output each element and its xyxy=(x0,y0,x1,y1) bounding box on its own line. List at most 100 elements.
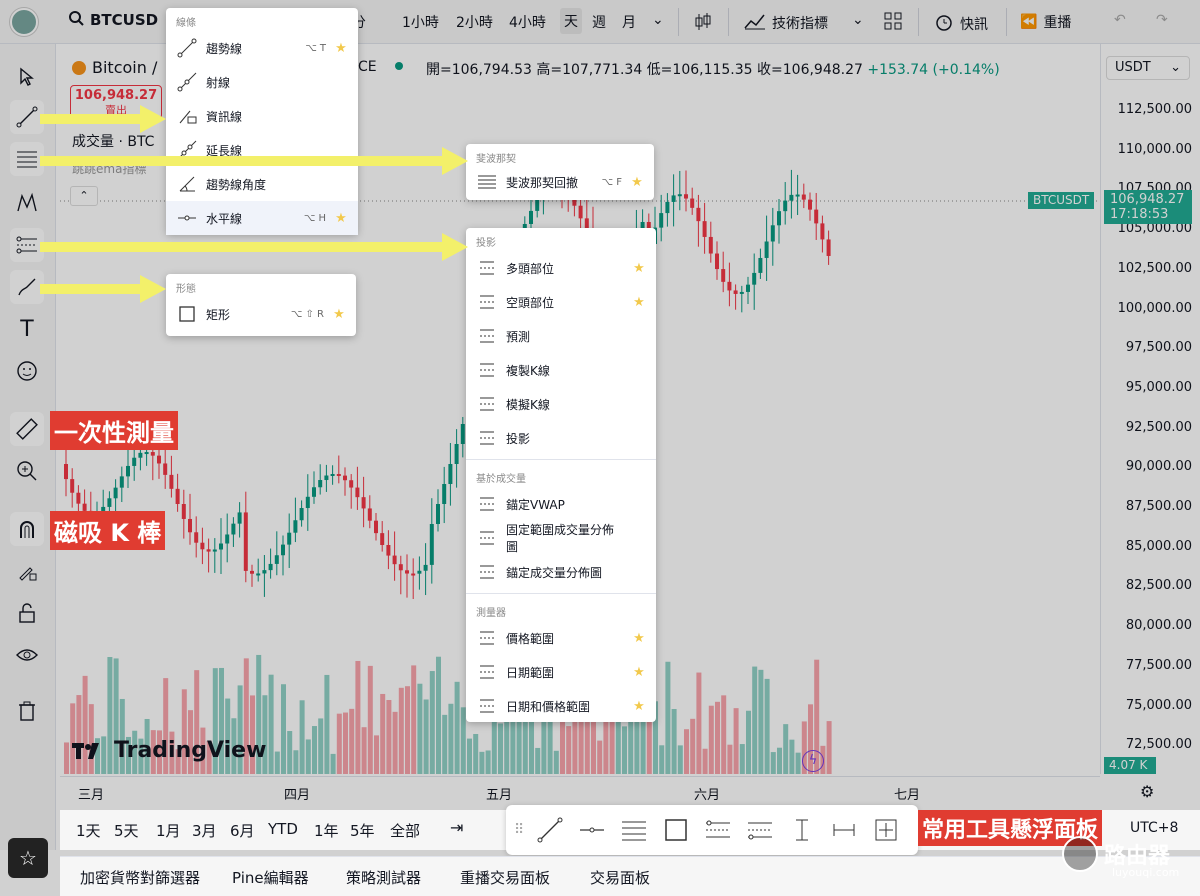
tf-week[interactable]: 週 xyxy=(592,12,606,32)
indicators-button[interactable]: 技術指標 xyxy=(744,12,828,34)
star-icon: ★ xyxy=(633,260,645,276)
alert-button[interactable]: 快訊 xyxy=(934,12,988,36)
eye-icon[interactable] xyxy=(10,638,44,672)
menu-item-short-position[interactable]: 空頭部位 ★ xyxy=(466,285,656,319)
timezone-button[interactable]: UTC+8 xyxy=(1130,820,1178,836)
price-scale[interactable]: 112,500.00 110,000.00 107,500.00 105,000.00… xyxy=(1100,44,1200,774)
tab-strategy-tester[interactable]: 策略測試器 xyxy=(346,867,421,888)
collapse-legend-button[interactable]: ⌃ xyxy=(70,186,98,206)
menu-item-bars-pattern[interactable]: 複製K線 xyxy=(466,353,656,387)
chevron-down-icon[interactable]: ⌄ xyxy=(652,12,664,28)
range-4[interactable]: 6月 xyxy=(230,820,255,841)
candle-body xyxy=(70,479,75,493)
magnet-icon[interactable] xyxy=(10,512,44,546)
range-2[interactable]: 1月 xyxy=(156,820,181,841)
bitcoin-icon xyxy=(72,60,86,75)
tab-crypto-screener[interactable]: 加密貨幣對篩選器 xyxy=(80,867,200,888)
date-range-icon[interactable] xyxy=(824,810,864,850)
anchored-volume-icon xyxy=(476,561,498,583)
menu-item-price-range[interactable]: 價格範圍 ★ xyxy=(466,621,656,655)
menu-item-ray[interactable]: 射線 xyxy=(166,65,358,99)
ruler-icon[interactable] xyxy=(10,412,44,446)
range-0[interactable]: 1天 xyxy=(76,820,101,841)
fib-tool-icon[interactable] xyxy=(10,142,44,176)
arrow xyxy=(40,156,444,166)
cursor-icon[interactable] xyxy=(10,60,44,94)
range-5[interactable]: YTD xyxy=(268,820,298,838)
menu-item-horizontal-line[interactable]: 水平線 ⌥ H ★ xyxy=(166,201,358,235)
tf-4h[interactable]: 4小時 xyxy=(509,12,546,32)
search-icon xyxy=(68,10,84,30)
tf-day[interactable]: 天 xyxy=(560,8,582,34)
menu-item-trendline[interactable]: 趨勢線 ⌥ T ★ xyxy=(166,31,358,65)
goto-date-icon[interactable]: ⇥ xyxy=(450,818,463,837)
tf-2h[interactable]: 2小時 xyxy=(456,12,493,32)
text-tool-icon[interactable]: T xyxy=(10,312,44,346)
menu-item-anchored-volume[interactable]: 錨定成交量分佈圖 xyxy=(466,555,656,589)
favorites-star-icon[interactable]: ☆ xyxy=(8,838,48,878)
menu-item-fixed-range-volume[interactable]: 固定範圍成交量分佈圖 xyxy=(466,521,656,555)
trendline-icon[interactable] xyxy=(530,810,570,850)
rectangle-icon[interactable] xyxy=(656,810,696,850)
tf-1h[interactable]: 1小時 xyxy=(402,12,439,32)
candle-body xyxy=(367,508,372,521)
trendline-tool-icon[interactable] xyxy=(10,100,44,134)
time-scale[interactable]: 三月 四月 五月 六月 七月 xyxy=(60,776,1100,806)
menu-item-long-position[interactable]: 多頭部位 ★ xyxy=(466,251,656,285)
volume-bar xyxy=(758,669,764,774)
tf-month[interactable]: 月 xyxy=(622,12,636,32)
range-1[interactable]: 5天 xyxy=(114,820,139,841)
volume-bar xyxy=(609,721,615,774)
long-position-icon[interactable] xyxy=(698,810,738,850)
volume-bar xyxy=(777,747,782,774)
emoji-tool-icon[interactable] xyxy=(10,354,44,388)
replay-button[interactable]: ⏪ 重播 xyxy=(1020,12,1071,32)
currency-select[interactable]: USDT ⌄ xyxy=(1106,56,1190,80)
range-7[interactable]: 5年 xyxy=(350,820,375,841)
fib-retracement-icon[interactable] xyxy=(614,810,654,850)
menu-item-info-line[interactable]: 資訊線 xyxy=(166,99,358,133)
candle-body xyxy=(225,534,230,544)
layout-grid-icon[interactable] xyxy=(884,12,902,30)
candle-type-icon[interactable] xyxy=(694,12,712,32)
menu-item-date-range[interactable]: 日期範圍 ★ xyxy=(466,655,656,689)
menu-item-anchored-vwap[interactable]: 錨定VWAP xyxy=(466,487,656,521)
chevron-down-icon[interactable]: ⌄ xyxy=(852,12,864,28)
range-8[interactable]: 全部 xyxy=(390,820,420,841)
undo-icon[interactable]: ↶ xyxy=(1114,12,1126,28)
menu-item-projection[interactable]: 投影 xyxy=(466,421,656,455)
range-6[interactable]: 1年 xyxy=(314,820,339,841)
menu-item-date-price-range[interactable]: 日期和價格範圍 ★ xyxy=(466,689,656,723)
date-price-range-icon[interactable] xyxy=(866,810,906,850)
menu-item-trend-angle[interactable]: 趨勢線角度 xyxy=(166,167,358,201)
zoom-in-icon[interactable] xyxy=(10,454,44,488)
candle-body xyxy=(250,570,254,574)
menu-item-rectangle[interactable]: 矩形 ⌥ ⇧ R ★ xyxy=(166,297,356,331)
anchored-vwap-icon xyxy=(476,493,498,515)
candle-body xyxy=(684,194,688,199)
price-range-icon[interactable] xyxy=(782,810,822,850)
short-position-icon[interactable] xyxy=(740,810,780,850)
lock-drawing-icon[interactable] xyxy=(10,554,44,588)
trash-icon[interactable] xyxy=(10,694,44,728)
brush-tool-icon[interactable] xyxy=(10,270,44,304)
redo-icon[interactable]: ↷ xyxy=(1156,12,1168,28)
range-3[interactable]: 3月 xyxy=(192,820,217,841)
lightning-icon[interactable]: ϟ xyxy=(802,750,824,772)
symbol-search[interactable]: BTCUSD xyxy=(68,10,158,30)
horizontal-line-icon[interactable] xyxy=(572,810,612,850)
pattern-tool-icon[interactable] xyxy=(10,186,44,220)
menu-item-forecast[interactable]: 預測 xyxy=(466,319,656,353)
tab-pine-editor[interactable]: Pine編輯器 xyxy=(232,867,309,888)
menu-item-ghost-feed[interactable]: 模擬K線 xyxy=(466,387,656,421)
settings-gear-icon[interactable]: ⚙ xyxy=(1140,782,1154,801)
unlock-icon[interactable] xyxy=(10,596,44,630)
ghost-feed-icon xyxy=(476,393,498,415)
candle-body xyxy=(578,205,583,219)
projection-tool-icon[interactable] xyxy=(10,228,44,262)
tab-trading-panel[interactable]: 交易面板 xyxy=(590,867,650,888)
tab-replay-trading[interactable]: 重播交易面板 xyxy=(460,867,550,888)
drag-handle-icon[interactable]: ⠿ xyxy=(514,822,528,838)
user-avatar[interactable] xyxy=(10,8,38,36)
menu-item-fib-retracement[interactable]: 斐波那契回撤 ⌥ F ★ xyxy=(466,167,654,197)
